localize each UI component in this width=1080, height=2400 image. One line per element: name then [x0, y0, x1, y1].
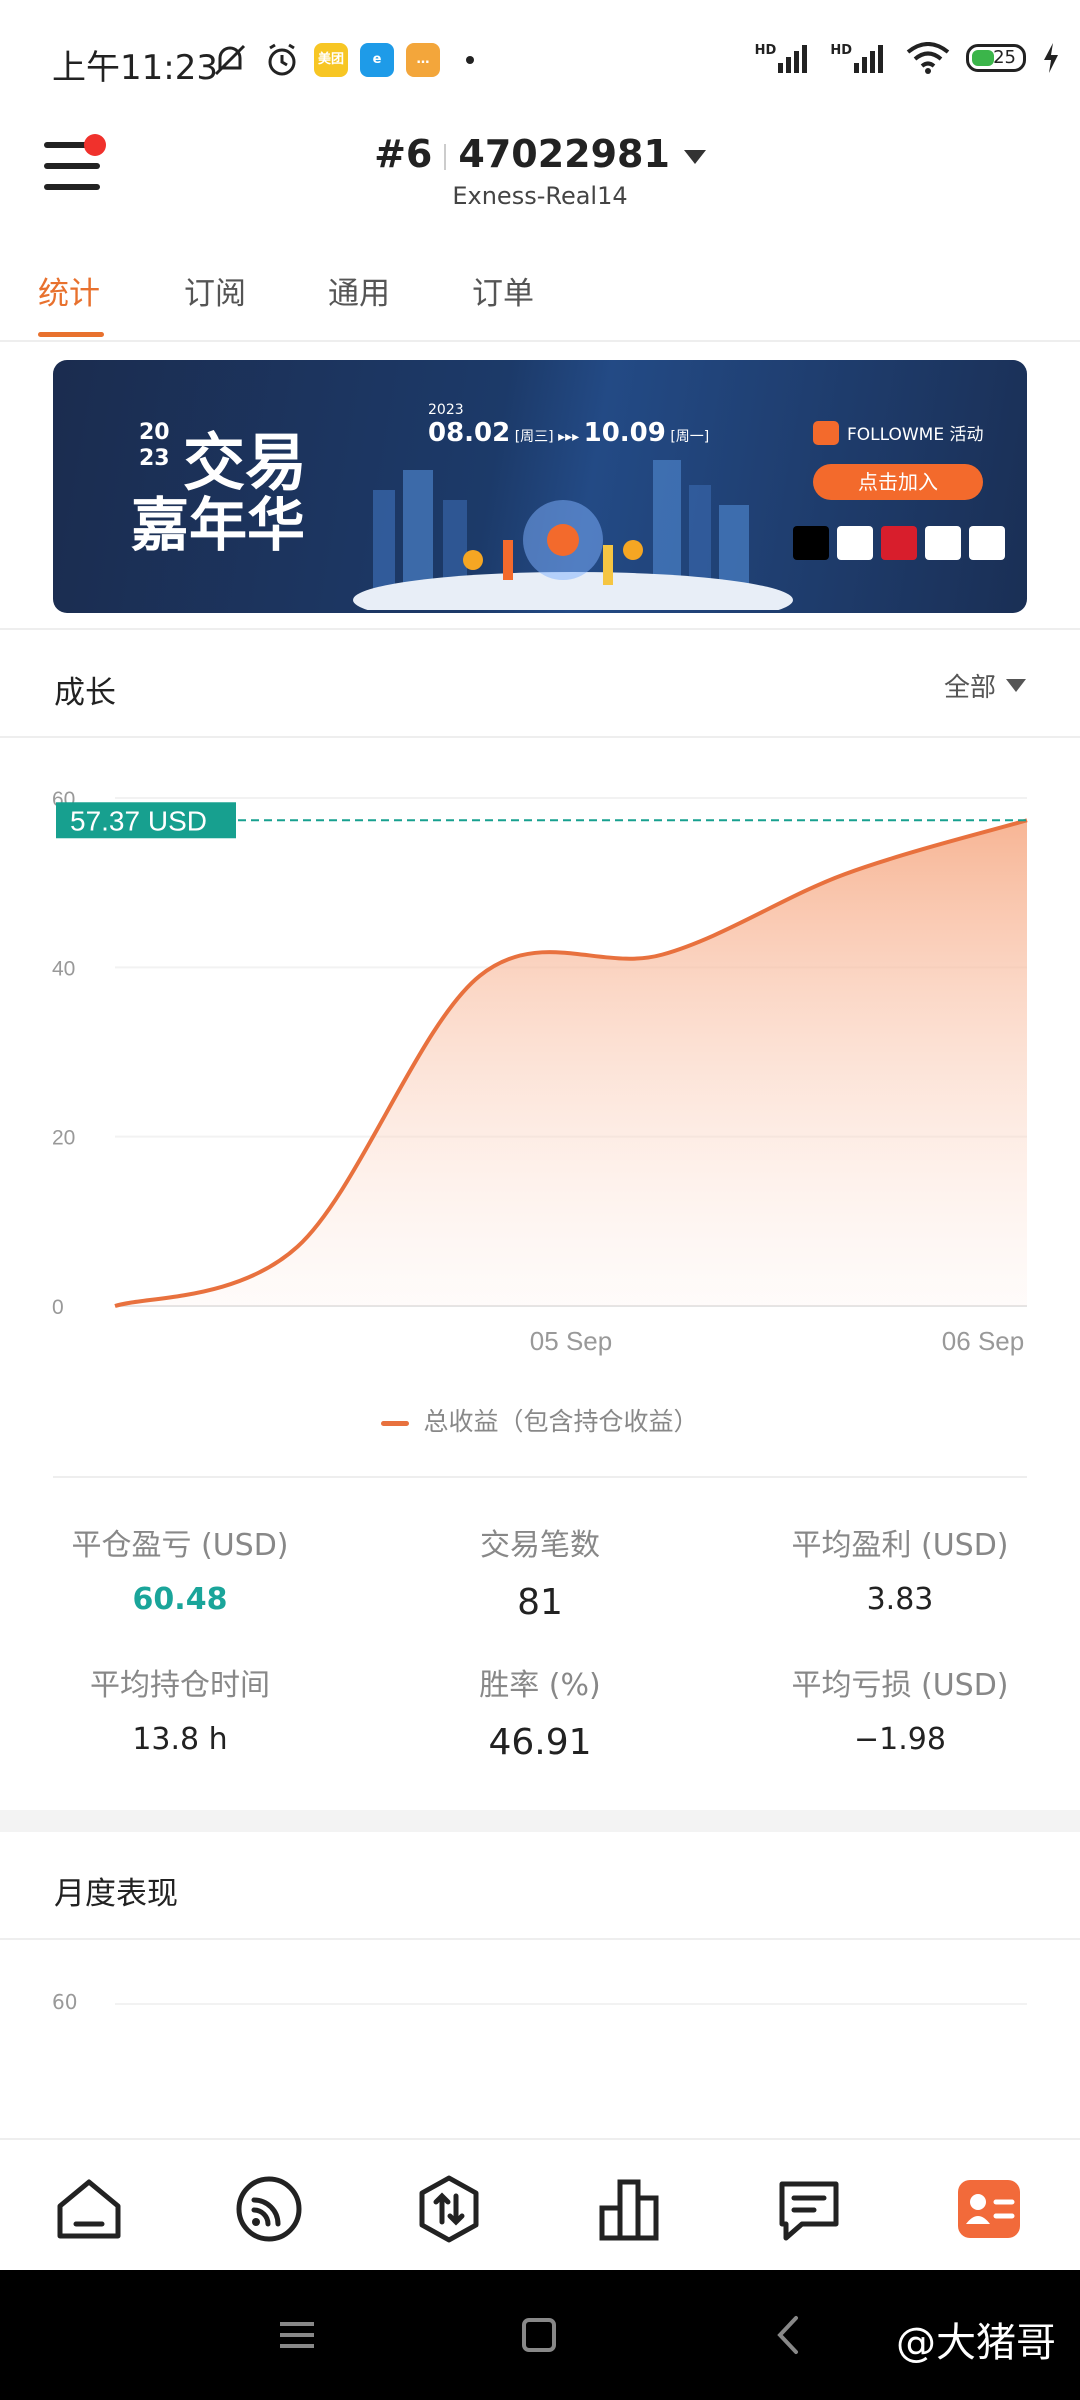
- current-value-label: 57.37 USD: [70, 805, 207, 836]
- stat-win-rate: 胜率 (%) 46.91: [479, 1668, 601, 1763]
- chat-app-icon: …: [406, 43, 440, 77]
- partner-logo: [793, 526, 829, 560]
- status-bar: 上午11:23 美团 e … HD HD 25: [0, 0, 1080, 120]
- y-tick-label: 40: [52, 957, 75, 980]
- promo-banner[interactable]: 20 23 交易 嘉年华 2023 08.02 [周三] ▸▸▸ 10.09 [周…: [53, 360, 1027, 613]
- mute-bell-icon: [214, 44, 246, 76]
- partner-logo: [969, 526, 1005, 560]
- partner-logo: [925, 526, 961, 560]
- nav-profile[interactable]: [954, 2174, 1024, 2244]
- tab-bar: 统计 订阅 通用 订单: [0, 260, 1080, 342]
- monthly-gridline: [115, 2003, 1027, 2005]
- tab-general[interactable]: 通用: [328, 268, 390, 313]
- home-icon: [57, 2179, 121, 2239]
- monthly-title: 月度表现: [54, 1876, 178, 1912]
- eleme-app-icon: e: [360, 43, 394, 77]
- nav-trade[interactable]: [414, 2174, 484, 2244]
- chart-legend: 总收益（包含持仓收益）: [0, 1402, 1080, 1438]
- section-divider: [0, 1938, 1080, 1940]
- account-number: 47022981: [458, 132, 670, 176]
- home-button-icon[interactable]: [516, 2312, 562, 2358]
- account-selector[interactable]: #6 47022981: [0, 132, 1080, 176]
- monthly-y-tick: 60: [52, 1990, 78, 2014]
- banner-title-2: 嘉年华: [131, 491, 306, 559]
- tab-subscribe[interactable]: 订阅: [184, 268, 246, 313]
- nav-messages[interactable]: [774, 2174, 844, 2244]
- system-nav-bar: @大猪哥: [0, 2270, 1080, 2400]
- bottom-nav: [0, 2138, 1080, 2272]
- x-tick-label: 05 Sep: [530, 1326, 612, 1356]
- tab-orders[interactable]: 订单: [472, 268, 534, 313]
- status-time: 上午11:23: [52, 48, 218, 88]
- message-icon: [779, 2181, 839, 2241]
- stat-trade-count: 交易笔数 81: [480, 1528, 600, 1623]
- partner-logo: [881, 526, 917, 560]
- tab-stats[interactable]: 统计: [38, 268, 100, 313]
- banner-dates: 2023 08.02 [周三] ▸▸▸ 10.09 [周一]: [428, 402, 710, 448]
- legend-swatch: [381, 1420, 410, 1426]
- legend-label: 总收益（包含持仓收益）: [423, 1407, 699, 1436]
- active-tab-indicator: [38, 332, 104, 337]
- nav-ranking[interactable]: [594, 2174, 664, 2244]
- growth-title: 成长: [54, 675, 116, 711]
- stat-closed-pnl: 平仓盈亏 (USD) 60.48: [71, 1528, 289, 1617]
- charging-icon: [1044, 43, 1058, 73]
- server-name: Exness-Real14: [452, 182, 628, 210]
- partner-logo: [837, 526, 873, 560]
- banner-join-button[interactable]: 点击加入: [813, 464, 983, 500]
- chevron-down-icon: [683, 149, 706, 164]
- signal-1-icon: HD: [755, 43, 815, 73]
- status-icons-left: 美团 e …: [210, 40, 474, 80]
- ranking-icon: [599, 2179, 659, 2241]
- status-icons-right: HD HD 25: [755, 42, 1060, 74]
- more-notifications-dot: [466, 56, 474, 64]
- battery-indicator: 25: [966, 44, 1026, 72]
- nav-signal[interactable]: [234, 2174, 304, 2244]
- growth-chart: 0204060 57.37 USD 05 Sep 06 Sep: [52, 788, 1028, 1356]
- y-tick-label: 0: [52, 1296, 64, 1319]
- section-gap: [0, 1810, 1080, 1832]
- growth-filter-dropdown[interactable]: 全部: [944, 667, 1026, 704]
- followme-logo-icon: [813, 420, 839, 445]
- banner-brand: FOLLOWME 活动: [813, 420, 984, 445]
- meituan-app-icon: 美团: [314, 43, 348, 77]
- stat-avg-hold-time: 平均持仓时间 13.8 h: [90, 1668, 270, 1757]
- nav-home[interactable]: [54, 2174, 124, 2244]
- y-axis: 0204060: [52, 788, 75, 1319]
- signal-icon: [236, 2176, 302, 2242]
- x-axis: 05 Sep 06 Sep: [530, 1326, 1024, 1356]
- watermark: @大猪哥: [896, 2320, 1056, 2366]
- section-divider: [0, 628, 1080, 630]
- profile-icon: [958, 2180, 1020, 2238]
- section-divider: [0, 736, 1080, 738]
- chevron-down-icon: [1006, 679, 1026, 692]
- area-fill: [115, 820, 1027, 1306]
- back-icon[interactable]: [766, 2312, 812, 2358]
- partner-logos: [793, 526, 1005, 560]
- alarm-icon: [268, 43, 296, 76]
- x-tick-label: 06 Sep: [942, 1326, 1024, 1356]
- stat-avg-profit: 平均盈利 (USD) 3.83: [791, 1528, 1009, 1617]
- y-tick-label: 20: [52, 1127, 75, 1150]
- signal-2-icon: HD: [830, 43, 890, 73]
- banner-year: 20 23: [139, 420, 170, 471]
- wifi-icon: [906, 42, 950, 74]
- banner-illustration: [353, 460, 793, 610]
- section-divider: [53, 1476, 1027, 1478]
- current-value-badge: 57.37 USD: [56, 802, 236, 839]
- account-index: #6: [374, 132, 433, 176]
- stat-avg-loss: 平均亏损 (USD) −1.98: [791, 1668, 1009, 1757]
- recent-apps-icon[interactable]: [274, 2312, 320, 2358]
- trade-icon: [419, 2175, 479, 2243]
